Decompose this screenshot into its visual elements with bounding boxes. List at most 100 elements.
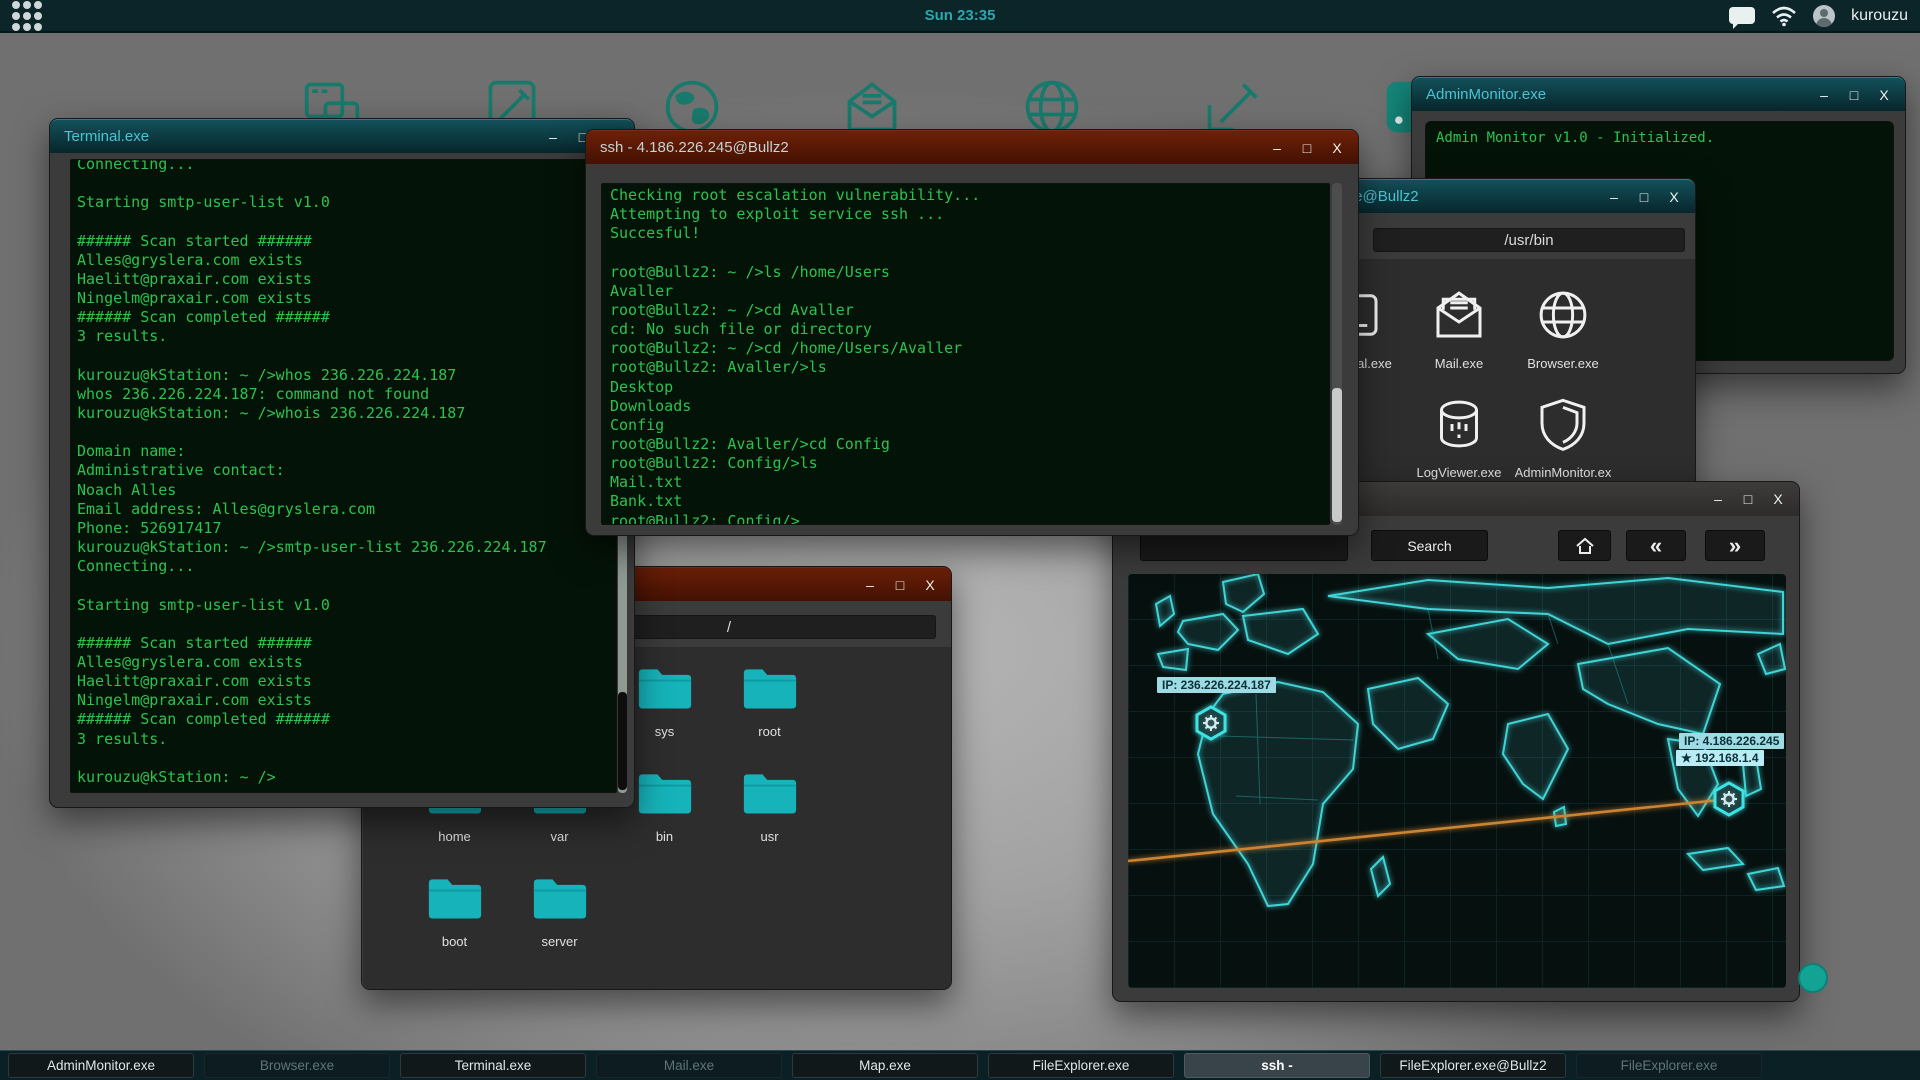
file-icon [1431, 287, 1487, 348]
close-button[interactable]: X [1330, 140, 1344, 156]
taskbar-item[interactable]: Terminal.exe [400, 1053, 586, 1078]
maximize-button[interactable]: □ [1741, 491, 1755, 507]
taskbar-item[interactable]: Map.exe [792, 1053, 978, 1078]
terminal-line: Alles@gryslera.com exists [77, 251, 616, 270]
chat-icon[interactable] [1729, 7, 1755, 24]
minimize-button[interactable]: – [546, 129, 560, 145]
maximize-button[interactable]: □ [1847, 87, 1861, 103]
world-map[interactable]: IP: 236.226.224.187 IP: 4.186.226.245 ★ … [1128, 574, 1786, 988]
ssh-line [610, 243, 1329, 262]
minimize-button[interactable]: – [1817, 87, 1831, 103]
admin-title-bar[interactable]: AdminMonitor.exe – □ X [1412, 77, 1905, 111]
terminal-output[interactable]: Connecting... Starting smtp-user-list v1.… [70, 159, 617, 793]
ssh-line: root@Bullz2: Config/>ls [610, 454, 1329, 473]
folder-label: server [541, 934, 577, 949]
window-title: ssh - 4.186.226.245@Bullz2 [600, 139, 789, 156]
file-label: Mail.exe [1435, 356, 1483, 371]
folder-icon [532, 875, 588, 926]
ssh-scrollbar[interactable] [1332, 183, 1342, 525]
terminal-line: Ningelm@praxair.com exists [77, 691, 616, 710]
window-map: Map.exe – □ X Search « » [1112, 481, 1800, 1002]
window-ssh: ssh - 4.186.226.245@Bullz2 – □ X Checkin… [585, 129, 1359, 536]
terminal-line: kurouzu@kStation: ~ />whos 236.226.224.1… [77, 366, 616, 385]
dock-icon[interactable] [842, 77, 902, 137]
ssh-line: Desktop [610, 378, 1329, 397]
terminal-line: Ningelm@praxair.com exists [77, 289, 616, 308]
minimize-button[interactable]: – [863, 577, 877, 593]
terminal-line [77, 347, 616, 366]
folder-item[interactable]: server [507, 875, 612, 980]
terminal-title-bar[interactable]: Terminal.exe – □ X [50, 119, 634, 153]
terminal-line: 3 results. [77, 327, 616, 346]
close-button[interactable]: X [1877, 87, 1891, 103]
forward-button[interactable]: » [1705, 530, 1765, 561]
back-button[interactable]: « [1626, 530, 1686, 561]
maximize-button[interactable]: □ [893, 577, 907, 593]
map-marker-2 [1715, 783, 1743, 815]
terminal-line [77, 615, 616, 634]
file-icon [1535, 396, 1591, 457]
maximize-button[interactable]: □ [1300, 140, 1314, 156]
ssh-output[interactable]: Checking root escalation vulnerability..… [601, 183, 1330, 525]
terminal-line [77, 576, 616, 595]
dock-icon[interactable] [1022, 77, 1082, 137]
user-avatar[interactable] [1813, 5, 1835, 27]
top-bar: Sun 23:35 kurouzu [0, 0, 1920, 33]
home-icon [1575, 537, 1595, 555]
dock-icon[interactable] [1202, 77, 1262, 137]
file-label: Browser.exe [1527, 356, 1599, 371]
path-bar[interactable]: /usr/bin [1373, 228, 1685, 252]
terminal-line [77, 174, 616, 193]
terminal-line: Domain name: [77, 442, 616, 461]
folder-item[interactable]: boot [402, 875, 507, 980]
taskbar-item[interactable]: FileExplorer.exe [1576, 1053, 1762, 1078]
folder-item[interactable]: root [717, 665, 822, 770]
search-button[interactable]: Search [1371, 530, 1488, 561]
close-button[interactable]: X [923, 577, 937, 593]
close-button[interactable]: X [1667, 189, 1681, 205]
map-locate-button[interactable] [1798, 963, 1828, 993]
terminal-line: Connecting... [77, 159, 616, 174]
folder-label: usr [760, 829, 778, 844]
scrollbar-thumb[interactable] [1332, 388, 1342, 521]
folder-item[interactable]: usr [717, 770, 822, 875]
terminal-line: Haelitt@praxair.com exists [77, 672, 616, 691]
folder-label: var [550, 829, 568, 844]
minimize-button[interactable]: – [1607, 189, 1621, 205]
ssh-line: Config [610, 416, 1329, 435]
ip-label-marker1[interactable]: IP: 236.226.224.187 [1157, 677, 1276, 693]
maximize-button[interactable]: □ [1637, 189, 1651, 205]
dock-icon[interactable] [662, 77, 722, 137]
ssh-line: root@Bullz2: Config/> [610, 512, 1329, 525]
ssh-line: root@Bullz2: ~ />ls /home/Users [610, 263, 1329, 282]
scrollbar-thumb[interactable] [618, 692, 627, 790]
taskbar-item[interactable]: Mail.exe [596, 1053, 782, 1078]
ip-label-marker2[interactable]: IP: 4.186.226.245 [1679, 733, 1784, 749]
username: kurouzu [1851, 7, 1908, 25]
home-button[interactable] [1558, 530, 1611, 561]
window-terminal: Terminal.exe – □ X Connecting... Starting… [49, 118, 635, 808]
terminal-line [77, 749, 616, 768]
file-item[interactable]: Browser.exe [1511, 287, 1615, 396]
taskbar-item[interactable]: Browser.exe [204, 1053, 390, 1078]
terminal-line: Email address: Alles@gryslera.com [77, 500, 616, 519]
file-item[interactable]: Mail.exe [1407, 287, 1511, 396]
wifi-icon[interactable] [1771, 5, 1797, 27]
close-button[interactable]: X [1771, 491, 1785, 507]
ssh-title-bar[interactable]: ssh - 4.186.226.245@Bullz2 – □ X [586, 130, 1358, 164]
taskbar-item[interactable]: ssh - [1184, 1053, 1370, 1078]
minimize-button[interactable]: – [1711, 491, 1725, 507]
terminal-line: Starting smtp-user-list v1.0 [77, 193, 616, 212]
taskbar-item[interactable]: FileExplorer.exe [988, 1053, 1174, 1078]
taskbar-item[interactable]: FileExplorer.exe@Bullz2 [1380, 1053, 1566, 1078]
terminal-line: Phone: 526917417 [77, 519, 616, 538]
ssh-line: root@Bullz2: ~ />cd /home/Users/Avaller [610, 339, 1329, 358]
terminal-line [77, 212, 616, 231]
map-marker-1 [1197, 707, 1225, 739]
ssh-line: Bank.txt [610, 492, 1329, 511]
minimize-button[interactable]: – [1270, 140, 1284, 156]
lan-label-marker2[interactable]: ★ 192.168.1.4 [1676, 750, 1764, 766]
file-label: AdminMonitor.ex [1515, 465, 1612, 480]
ssh-line: Mail.txt [610, 473, 1329, 492]
taskbar-item[interactable]: AdminMonitor.exe [8, 1053, 194, 1078]
